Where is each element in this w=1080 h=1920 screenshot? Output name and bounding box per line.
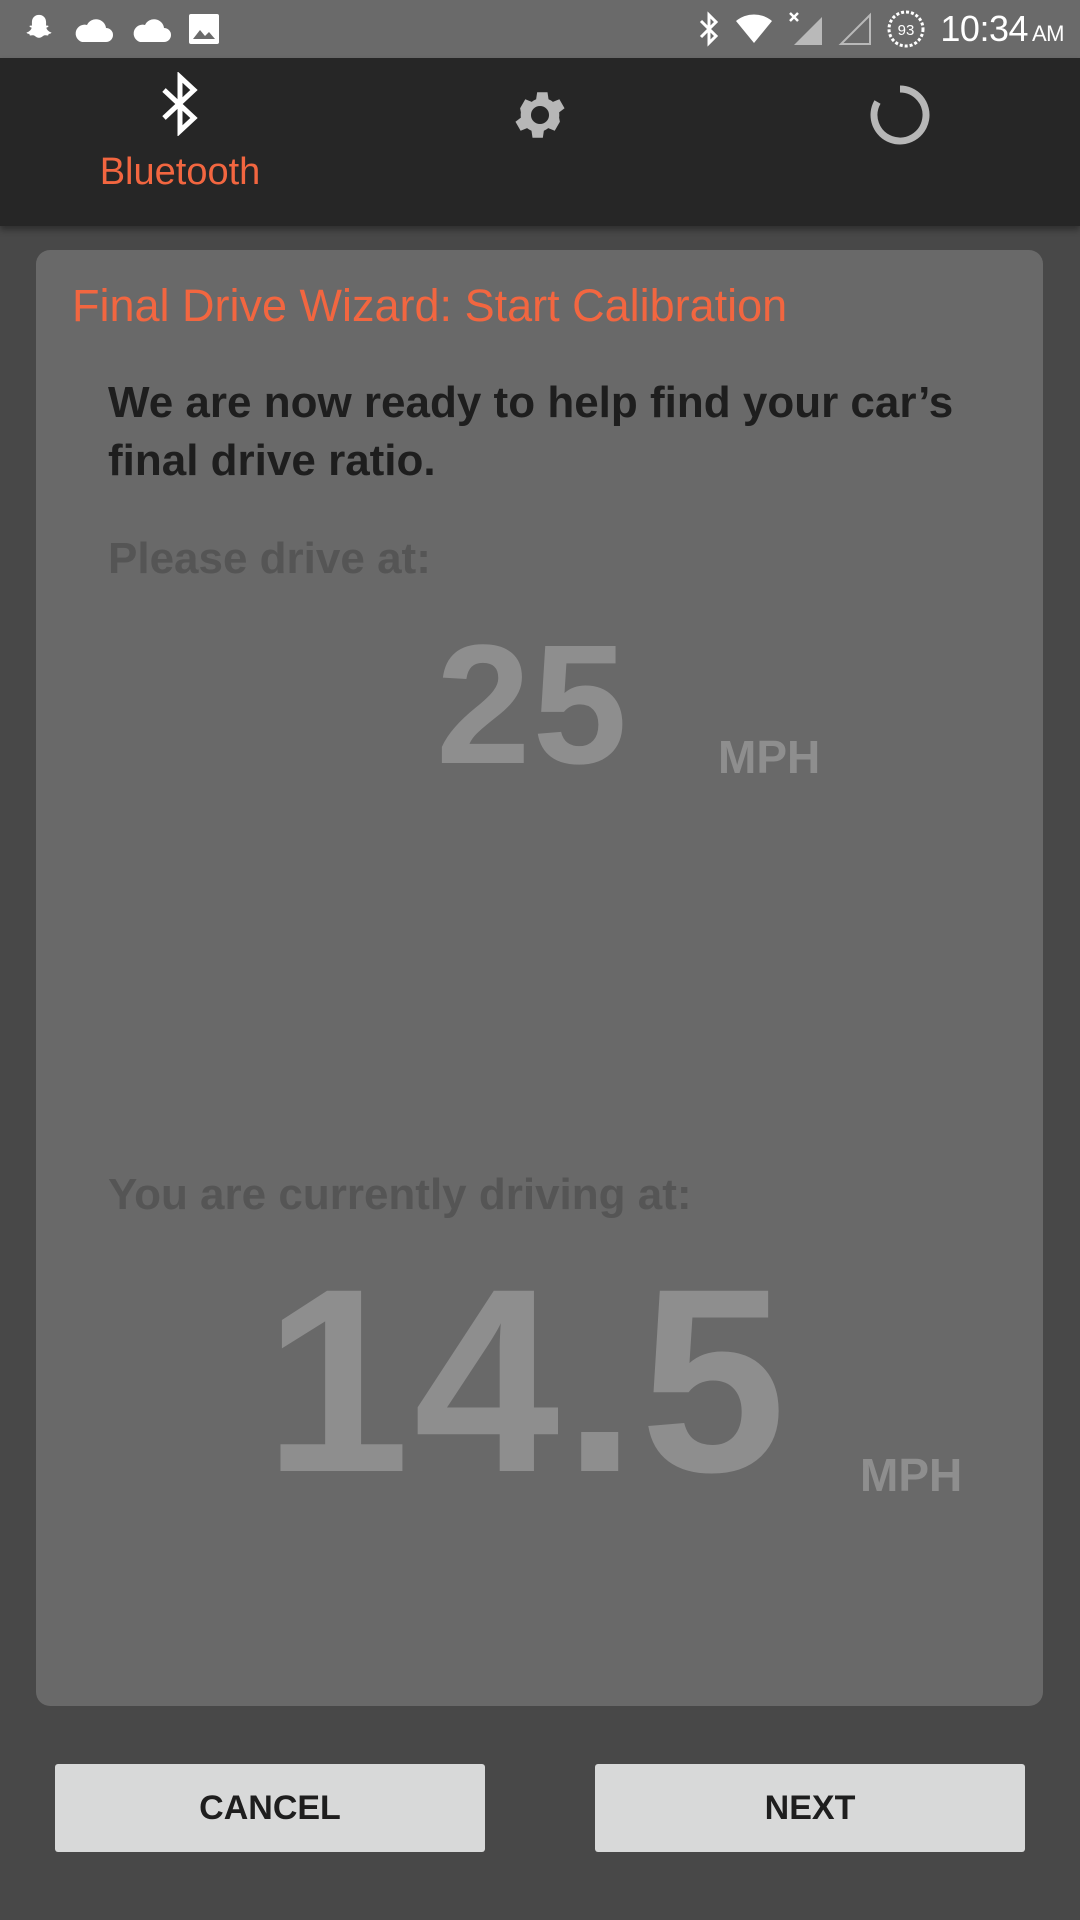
progress-ring-icon [869, 84, 931, 151]
clock: 10:34 AM [940, 8, 1064, 50]
tab-settings[interactable] [360, 58, 720, 226]
bluetooth-icon [698, 11, 720, 47]
target-speed-unit: MPH [718, 731, 821, 783]
cell-signal-icon [788, 11, 824, 47]
current-speed-unit: MPH [860, 1449, 963, 1501]
bluetooth-icon [158, 71, 202, 141]
tab-bluetooth-label: Bluetooth [99, 151, 261, 193]
wifi-icon [734, 13, 774, 45]
clock-ampm: AM [1032, 21, 1065, 46]
card-title: Final Drive Wizard: Start Calibration [72, 280, 788, 331]
target-speed-value: 25 [436, 610, 630, 800]
battery-icon: 93 [886, 9, 926, 49]
snapchat-icon [22, 12, 56, 46]
cloud-icon [72, 14, 114, 44]
tab-bluetooth[interactable]: Bluetooth [0, 58, 360, 226]
next-button[interactable]: NEXT [595, 1764, 1025, 1852]
battery-level: 93 [898, 22, 915, 39]
status-bar: 93 10:34 AM [0, 0, 1080, 58]
image-icon [188, 13, 220, 45]
notification-icons [22, 8, 220, 50]
top-navigation-bar: Bluetooth [0, 58, 1080, 226]
cloud-icon [130, 14, 172, 44]
intro-text: We are now ready to help find your car’s… [108, 378, 954, 485]
gear-icon [509, 84, 571, 151]
target-speed-label: Please drive at: [108, 534, 431, 583]
current-speed-value: 14.5 [264, 1234, 790, 1527]
system-status: 93 10:34 AM [698, 0, 1065, 58]
cell-signal-empty-icon [838, 12, 872, 46]
tab-progress[interactable] [720, 58, 1080, 226]
cancel-button[interactable]: CANCEL [55, 1764, 485, 1852]
current-speed-label: You are currently driving at: [108, 1170, 692, 1219]
clock-time: 10:34 [940, 8, 1028, 49]
calibration-card: Final Drive Wizard: Start Calibration We… [36, 250, 1043, 1706]
